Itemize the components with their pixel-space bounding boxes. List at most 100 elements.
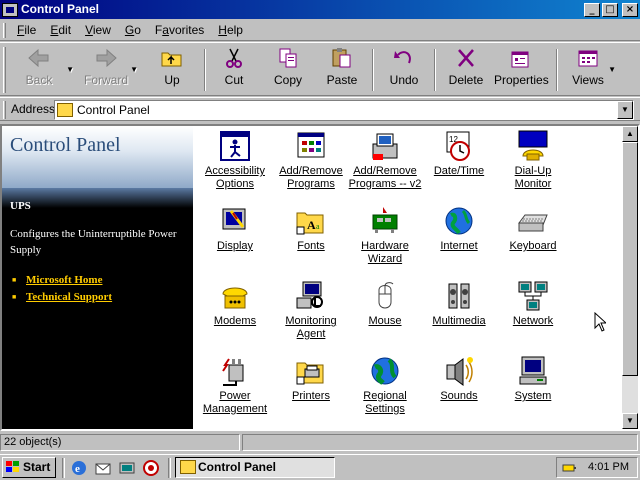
svg-text:a: a [316,222,320,231]
quick-launch-separator [168,458,171,478]
delete-x-icon [453,47,479,69]
address-dropdown-button[interactable]: ▼ [617,101,633,119]
menu-edit[interactable]: Edit [43,20,78,41]
cut-button[interactable]: Cut [214,45,254,95]
back-label: Back [25,73,53,87]
properties-button[interactable]: Properties [494,45,549,95]
properties-icon [507,47,533,69]
web-links: Microsoft Home Technical Support [12,272,112,306]
toolbar-grip[interactable] [3,47,6,93]
channels-icon[interactable] [142,459,160,477]
title-bar[interactable]: Control Panel _ □ × [0,0,640,19]
link-technical-support[interactable]: Technical Support [12,289,112,306]
item-label: Date/Time [433,165,485,177]
item-label: System [514,390,552,402]
link-microsoft-home[interactable]: Microsoft Home [12,272,112,289]
control-panel-item[interactable]: Printers [273,353,349,403]
control-panel-item[interactable]: Hardware Wizard [347,203,423,266]
back-dropdown-icon[interactable]: ▼ [66,65,74,74]
svg-text:A: A [307,218,316,232]
internet-explorer-icon[interactable]: e [70,459,88,477]
outlook-express-icon[interactable] [94,459,112,477]
control-panel-item[interactable]: Aa Fonts [273,203,349,253]
address-input[interactable]: Control Panel ▼ [54,100,634,120]
control-panel-item[interactable]: Regional Settings [347,353,423,416]
paste-button[interactable]: Paste [322,45,362,95]
control-panel-item[interactable]: Keyboard [495,203,571,253]
vertical-scrollbar[interactable]: ▲ ▼ [622,126,638,429]
computer-icon [517,355,549,387]
cut-label: Cut [224,73,244,87]
regional-globe-icon [369,355,401,387]
forward-button[interactable]: Forward ▼ [84,45,138,95]
clock[interactable]: 4:01 PM [588,461,629,473]
back-button[interactable]: Back ▼ [14,45,74,95]
undo-button[interactable]: Undo [384,45,424,95]
views-button[interactable]: Views ▼ [570,45,616,95]
control-panel-icon [2,2,18,17]
delete-button[interactable]: Delete [444,45,488,95]
control-panel-item[interactable]: Modems [197,278,273,328]
show-desktop-icon[interactable] [118,459,136,477]
control-panel-item[interactable]: System [495,353,571,403]
copy-button[interactable]: Copy [268,45,308,95]
control-panel-item[interactable]: Add/Remove Programs [273,128,349,191]
system-tray: 4:01 PM [556,457,638,478]
address-bar: Address Control Panel ▼ [0,97,640,121]
menu-file[interactable]: File [10,20,43,41]
views-label: Views [572,73,604,87]
control-panel-item[interactable]: Multimedia [421,278,497,328]
views-dropdown-icon[interactable]: ▼ [608,65,616,74]
item-label: Multimedia [432,315,486,327]
control-panel-window: Control Panel _ □ × File Edit View Go Fa… [0,0,640,454]
hardware-wizard-icon [369,205,401,237]
properties-label: Properties [494,73,549,87]
taskbar-button-control-panel[interactable]: Control Panel [175,457,335,478]
close-button[interactable]: × [622,2,638,17]
up-button[interactable]: Up [154,45,190,95]
minimize-button[interactable]: _ [584,2,600,17]
forward-label: Forward [84,73,129,87]
control-panel-item[interactable]: Monitoring Agent [273,278,349,341]
menu-favorites[interactable]: Favorites [148,20,211,41]
menu-help[interactable]: Help [211,20,250,41]
item-label: Power Management [202,390,268,415]
menu-grip[interactable] [3,23,6,38]
web-view-banner: Control Panel [2,126,193,188]
taskbar-button-label: Control Panel [198,460,277,474]
control-panel-folder-icon [57,103,73,117]
control-panel-item[interactable]: Display [197,203,273,253]
control-panel-item[interactable]: Accessibility Options [197,128,273,191]
item-label: Display [216,240,254,252]
control-panel-item[interactable]: 12 Date/Time [421,128,497,178]
forward-arrow-icon [93,47,119,69]
menu-go[interactable]: Go [118,20,148,41]
item-label: Add/Remove Programs [279,165,343,190]
printers-folder-icon [295,355,327,387]
speaker-icon [443,355,475,387]
control-panel-item[interactable]: Mouse [347,278,423,328]
control-panel-items: Accessibility Options Add/Remove Programs… [195,126,620,429]
address-grip[interactable] [3,101,6,119]
control-panel-item[interactable]: Internet [421,203,497,253]
control-panel-item[interactable]: Sounds [421,353,497,403]
address-value: Control Panel [77,103,150,117]
control-panel-item[interactable]: Dial-Up Monitor [495,128,571,191]
control-panel-item[interactable]: Add/Remove Programs -- v2 [347,128,423,191]
start-button[interactable]: Start [2,457,56,478]
delete-label: Delete [448,73,484,87]
menu-view[interactable]: View [78,20,118,41]
quick-launch-separator [62,458,65,478]
calendar-clock-icon: 12 [443,130,475,162]
item-label: Add/Remove Programs -- v2 [348,165,422,190]
scroll-down-button[interactable]: ▼ [622,413,638,429]
forward-dropdown-icon[interactable]: ▼ [130,65,138,74]
item-label: Hardware Wizard [361,240,409,265]
scroll-thumb[interactable] [622,142,638,376]
scroll-up-button[interactable]: ▲ [622,126,638,142]
phone-monitor-icon [517,130,549,162]
control-panel-item[interactable]: Power Management [197,353,273,416]
power-status-icon[interactable] [562,461,578,474]
maximize-button[interactable]: □ [602,2,618,17]
control-panel-item[interactable]: Network [495,278,571,328]
